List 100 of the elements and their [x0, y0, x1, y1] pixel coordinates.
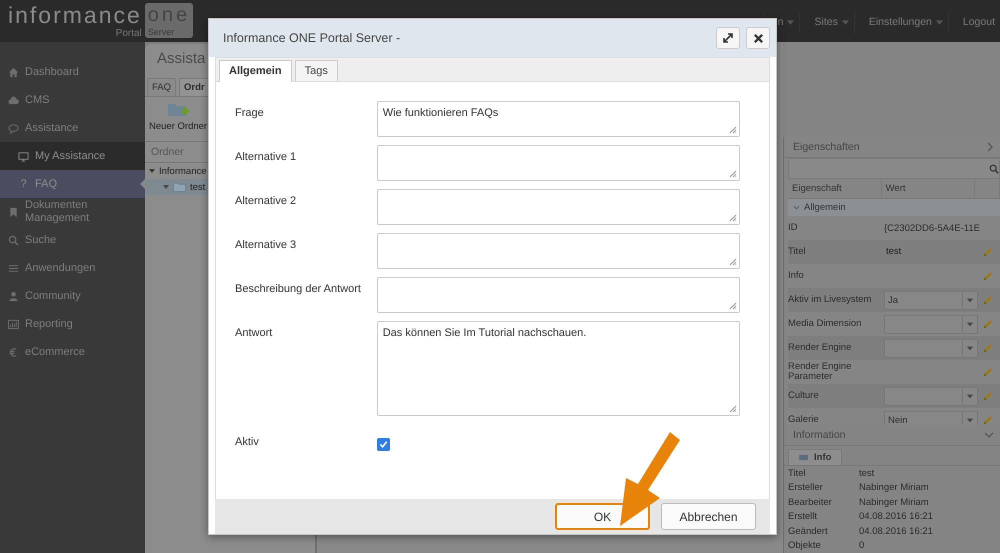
home-icon: [8, 66, 19, 78]
sidebar-item[interactable]: Reporting: [0, 310, 145, 338]
list-icon: [8, 262, 19, 274]
document-icon: [799, 454, 808, 461]
property-name: Titel: [788, 247, 807, 257]
caret-icon: [936, 20, 943, 24]
tab[interactable]: Info: [788, 449, 842, 465]
caret-icon: [787, 20, 794, 24]
column-header: Wert: [882, 179, 976, 198]
checkmark-icon: [379, 440, 388, 449]
module-title: Assista: [157, 50, 206, 67]
caret-icon: [842, 20, 849, 24]
caret-icon: [163, 185, 169, 189]
property-value: {C2302DD6-5A4E-11E: [884, 222, 980, 234]
maximize-button[interactable]: [716, 27, 740, 49]
field-label: Antwort: [235, 326, 274, 339]
property-name: Aktiv im Livesystem: [788, 295, 872, 305]
pencil-icon[interactable]: [982, 246, 992, 258]
resize-grip-icon[interactable]: [729, 126, 737, 134]
question-mark-icon: ?: [18, 178, 29, 190]
text-area[interactable]: [376, 189, 740, 225]
field-label: Alternative 1: [235, 150, 298, 163]
tree-item[interactable]: Informance: [145, 163, 315, 179]
sidebar-item[interactable]: Suche: [0, 226, 145, 254]
text-area[interactable]: [376, 233, 740, 269]
field-label: Alternative 2: [235, 194, 298, 207]
info-label: Objekte: [788, 540, 822, 552]
search-icon: [989, 164, 999, 174]
pencil-icon[interactable]: [982, 270, 992, 282]
pencil-icon[interactable]: [982, 390, 992, 402]
sidebar-item[interactable]: Dokumenten Management: [0, 198, 145, 226]
bar-chart-icon: [8, 318, 19, 330]
bookmark-icon: [8, 206, 19, 218]
property-dropdown[interactable]: [884, 314, 978, 334]
pencil-icon[interactable]: [982, 414, 992, 425]
field-label: Alternative 3: [235, 238, 298, 251]
text-area[interactable]: [376, 145, 740, 181]
field-label: Beschreibung der Antwort: [235, 282, 362, 295]
expand-arrows-icon: [722, 32, 734, 44]
property-dropdown[interactable]: [884, 386, 978, 406]
sidebar-item[interactable]: eCommerce: [0, 338, 145, 366]
pencil-icon[interactable]: [982, 318, 992, 330]
dialog-title: Informance ONE Portal Server -: [223, 31, 402, 45]
checkbox[interactable]: [377, 438, 390, 451]
resize-grip-icon[interactable]: [729, 170, 737, 178]
property-dropdown[interactable]: Ja: [884, 290, 978, 310]
sidebar-item[interactable]: Dashboard: [0, 58, 145, 86]
tab[interactable]: FAQ: [147, 78, 176, 96]
sidebar-item[interactable]: ? FAQ: [0, 170, 145, 198]
resize-grip-icon[interactable]: [729, 214, 737, 222]
nav-menu-item[interactable]: Einstellungen: [854, 11, 948, 33]
property-dropdown[interactable]: [884, 338, 978, 358]
property-input[interactable]: test: [884, 244, 978, 260]
sidebar-item[interactable]: Assistance: [0, 114, 145, 142]
info-value: 0: [859, 540, 864, 552]
group-header[interactable]: Allgemein: [788, 199, 1000, 216]
property-name: Info: [788, 271, 805, 281]
search-field[interactable]: [788, 158, 1000, 179]
info-label: Geändert: [788, 526, 829, 537]
info-value: Nabinger Miriam: [859, 482, 929, 494]
close-button[interactable]: [746, 27, 770, 49]
chevron-icon[interactable]: [986, 142, 994, 152]
tab[interactable]: Ordr: [179, 78, 210, 96]
close-icon: [752, 32, 764, 44]
info-value: test: [859, 468, 874, 479]
text-area[interactable]: [376, 277, 740, 313]
info-label: Ersteller: [788, 482, 824, 494]
caret-icon: [149, 169, 155, 173]
property-name: Galerie: [788, 415, 820, 425]
sidebar-item[interactable]: Community: [0, 282, 145, 310]
info-value: 04.08.2016 16:21: [859, 511, 933, 522]
resize-grip-icon[interactable]: [729, 405, 737, 413]
sidebar-item[interactable]: My Assistance: [0, 142, 145, 170]
column-header: Eigenschaft: [788, 179, 882, 198]
pencil-icon[interactable]: [982, 366, 992, 378]
chevron-icon[interactable]: [984, 432, 994, 438]
sidebar-item[interactable]: Anwendungen: [0, 254, 145, 282]
new-folder-button[interactable]: Neuer Ordner: [149, 101, 208, 137]
resize-grip-icon[interactable]: [729, 258, 737, 266]
pencil-icon[interactable]: [982, 294, 992, 306]
property-name: Culture: [788, 391, 820, 401]
panel-title: Eigenschaften: [793, 141, 860, 153]
nav-menu-item[interactable]: Sites: [799, 11, 854, 33]
field-label: Frage: [235, 106, 265, 119]
tab[interactable]: Tags: [294, 60, 338, 81]
panel-title: Information: [793, 429, 846, 441]
resize-grip-icon[interactable]: [729, 302, 737, 310]
cancel-button[interactable]: Abbrechen: [661, 503, 756, 530]
info-label: Bearbeiter: [788, 496, 833, 508]
info-value: 04.08.2016 16:21: [859, 526, 933, 537]
nav-menu-item[interactable]: Logout: [948, 11, 1000, 33]
text-area[interactable]: Wie funktionieren FAQs: [376, 101, 740, 137]
info-value: Nabinger Miriam: [859, 496, 929, 508]
text-area[interactable]: Das können Sie Im Tutorial nachschauen.: [376, 321, 740, 416]
property-dropdown[interactable]: Nein: [884, 410, 978, 425]
speech-bubble-icon: [8, 122, 19, 134]
tab[interactable]: Allgemein: [219, 60, 292, 82]
euro-icon: [8, 346, 19, 358]
pencil-icon[interactable]: [982, 342, 992, 354]
sidebar-item[interactable]: CMS: [0, 86, 145, 114]
